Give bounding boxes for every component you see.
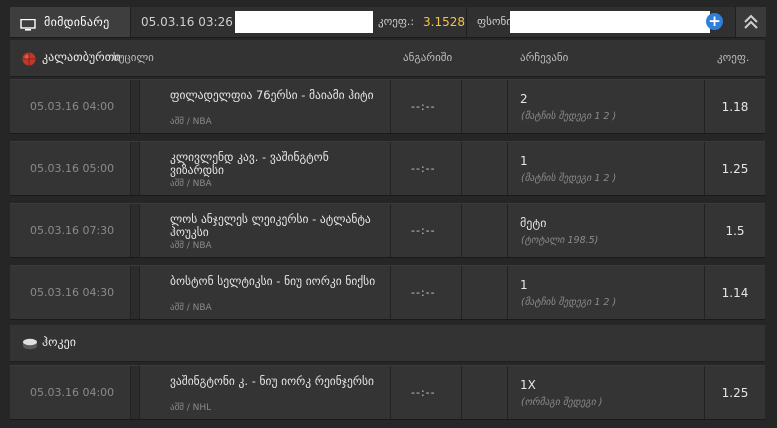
- event-score: --:--: [411, 386, 436, 399]
- tab-current-label: მიმდინარე: [44, 15, 110, 29]
- event-league: აშშ / NBA: [170, 117, 212, 127]
- total-coef-label: კოეფ.:: [378, 15, 415, 28]
- event-date: 05.03.16 04:00: [30, 386, 115, 399]
- pick-market: (ორმაგი შედეგი ): [521, 397, 603, 408]
- total-coef-value: 3.1528: [423, 15, 465, 29]
- plus-icon: +: [708, 12, 721, 30]
- pick-coef: 1.5: [725, 224, 745, 238]
- table-row[interactable]: 05.03.16 04:00 ფილადელფია 76ერსი - მაიამ…: [10, 79, 765, 134]
- pick-coef: 1.18: [721, 100, 749, 114]
- event-date: 05.03.16 04:30: [30, 286, 115, 299]
- divider: [466, 7, 467, 37]
- current-datetime: 05.03.16 03:26: [141, 15, 233, 29]
- section-header-hockey: ჰოკეი: [10, 325, 765, 362]
- sport-name: ჰოკეი: [42, 335, 76, 349]
- pick-value: 1: [520, 278, 528, 292]
- redacted-area: [235, 11, 373, 33]
- event-score: --:--: [411, 162, 436, 175]
- event-teams: ლოს ანჯელეს ლეიკერსი - ატლანტა ჰოუკსი: [170, 212, 371, 239]
- pick-coef: 1.25: [721, 386, 749, 400]
- hockey-puck-icon: [22, 336, 37, 350]
- add-button[interactable]: +: [706, 13, 723, 30]
- event-league: აშშ / NBA: [170, 241, 212, 251]
- event-teams: ბოსტონ სელტიკსი - ნიუ იორკი ნიქსი: [170, 274, 376, 288]
- sport-name: კალათბურთი: [42, 50, 121, 64]
- monitor-icon: [20, 16, 36, 31]
- pick-market: (მატჩის შედეგი 1 2 ): [521, 297, 617, 308]
- column-header-score: ანგარიში: [403, 51, 453, 64]
- redacted-area: [510, 11, 710, 33]
- basketball-icon: [22, 51, 36, 66]
- event-league: აშშ / NBA: [170, 303, 212, 313]
- table-row[interactable]: 05.03.16 05:00 კლივლენდ კავ. - ვაშინგტონ…: [10, 141, 765, 196]
- pick-value: მეტი: [520, 216, 547, 230]
- pick-coef: 1.14: [721, 286, 749, 300]
- event-date: 05.03.16 04:00: [30, 100, 115, 113]
- event-date: 05.03.16 05:00: [30, 162, 115, 175]
- pick-value: 1X: [520, 378, 536, 392]
- pick-value: 2: [520, 92, 528, 106]
- event-teams: ვაშინგტონი კ. - ნიუ იორკ რეინჯერსი: [170, 374, 374, 388]
- top-bar: მიმდინარე 05.03.16 03:26 კოეფ.: 3.1528 ფ…: [10, 7, 766, 38]
- pick-coef: 1.25: [721, 162, 749, 176]
- pick-market: (მატჩის შედეგი 1 2 ): [521, 173, 617, 184]
- event-score: --:--: [411, 286, 436, 299]
- column-header-pick: არჩევანი: [520, 51, 569, 64]
- table-row[interactable]: 05.03.16 04:00 ვაშინგტონი კ. - ნიუ იორკ …: [10, 365, 765, 420]
- tab-current[interactable]: მიმდინარე: [10, 7, 131, 37]
- pick-market: (მატჩის შედეგი 1 2 ): [521, 111, 617, 122]
- collapse-button[interactable]: [735, 7, 766, 37]
- event-date: 05.03.16 07:30: [30, 224, 115, 237]
- table-row[interactable]: 05.03.16 07:30 ლოს ანჯელეს ლეიკერსი - ატ…: [10, 203, 765, 258]
- stake-label: ფსონი: [477, 15, 512, 28]
- chevron-up-double-icon: [744, 14, 758, 29]
- section-header-basketball: კალათბურთი ხუცილი ანგარიში არჩევანი კოეფ…: [10, 40, 765, 77]
- event-score: --:--: [411, 224, 436, 237]
- table-row[interactable]: 05.03.16 04:30 ბოსტონ სელტიკსი - ნიუ იორ…: [10, 265, 765, 320]
- event-league: აშშ / NHL: [170, 403, 212, 413]
- column-header-coef: კოეფ.: [717, 51, 750, 64]
- event-teams: ფილადელფია 76ერსი - მაიამი ჰიტი: [170, 88, 374, 102]
- event-score: --:--: [411, 100, 436, 113]
- event-league: აშშ / NBA: [170, 179, 212, 189]
- pick-market: (ტოტალი 198.5): [521, 235, 599, 246]
- column-header-event: ხუცილი: [113, 51, 154, 64]
- pick-value: 1: [520, 154, 528, 168]
- event-teams: კლივლენდ კავ. - ვაშინგტონ ვიზარდსი: [170, 150, 329, 177]
- betslip-panel: მიმდინარე 05.03.16 03:26 კოეფ.: 3.1528 ფ…: [0, 0, 777, 428]
